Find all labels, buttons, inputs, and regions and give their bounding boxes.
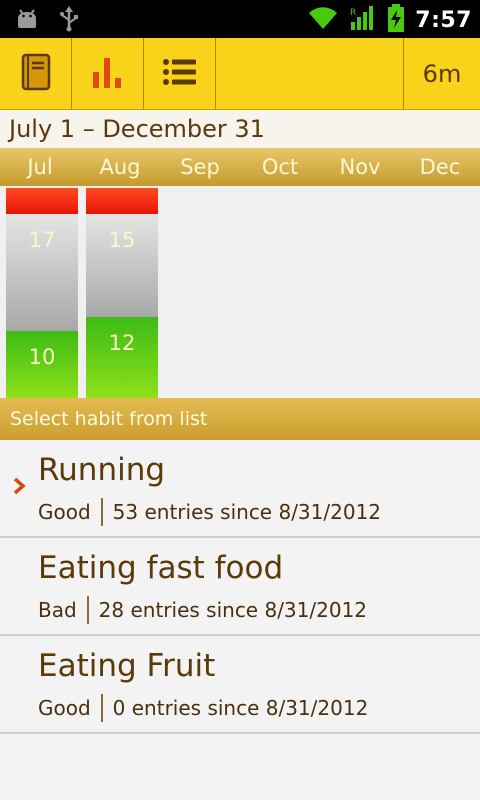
journal-book-icon <box>19 53 53 95</box>
bar-segment-green: 10 <box>6 331 78 398</box>
month-label[interactable]: Oct <box>240 148 320 186</box>
toolbar-spacer <box>216 38 404 110</box>
habit-meta: Bad 28 entries since 8/31/2012 <box>38 596 367 624</box>
habit-name: Eating fast food <box>38 550 284 586</box>
status-bar: R 7:57 <box>0 0 480 38</box>
month-label[interactable]: Nov <box>320 148 400 186</box>
android-debug-icon <box>14 6 40 36</box>
habit-list-button[interactable] <box>144 38 216 110</box>
bar-segment-gray: 17 <box>6 214 78 332</box>
data-label: 15 <box>108 228 136 252</box>
list-icon <box>162 57 198 91</box>
habit-type: Good <box>38 696 91 720</box>
habit-meta: Good 0 entries since 8/31/2012 <box>38 694 368 722</box>
habit-name: Running <box>38 452 166 488</box>
bar-jul[interactable]: 17 10 <box>6 188 78 398</box>
habit-type: Good <box>38 500 91 524</box>
data-label: 12 <box>108 331 136 356</box>
habit-entries: 28 entries since 8/31/2012 <box>98 598 368 622</box>
habit-entries: 0 entries since 8/31/2012 <box>112 696 369 720</box>
habit-name: Eating Fruit <box>38 648 216 684</box>
selected-chevron-icon <box>12 476 26 500</box>
bar-segment-red <box>86 188 158 214</box>
wifi-icon <box>307 5 339 35</box>
bar-aug[interactable]: 15 12 <box>86 188 158 398</box>
month-label[interactable]: Sep <box>160 148 240 186</box>
divider <box>100 498 103 526</box>
stacked-bar-chart: 17 10 15 12 <box>0 186 480 398</box>
habit-row-eating-fruit[interactable]: Eating Fruit Good 0 entries since 8/31/2… <box>0 636 480 734</box>
battery-charging-icon <box>387 4 405 36</box>
signal-icon: R <box>349 4 377 36</box>
month-axis: Jul Aug Sep Oct Nov Dec <box>0 148 480 186</box>
clock-time: 7:57 <box>415 7 472 33</box>
divider <box>100 694 103 722</box>
habit-meta: Good 53 entries since 8/31/2012 <box>38 498 381 526</box>
habit-type: Bad <box>38 598 77 622</box>
section-header: Select habit from list <box>0 398 480 440</box>
bar-chart-icon <box>90 54 126 94</box>
statistics-button[interactable] <box>72 38 144 110</box>
month-label[interactable]: Dec <box>400 148 480 186</box>
usb-icon <box>58 6 80 36</box>
month-label[interactable]: Jul <box>0 148 80 186</box>
habit-row-eating-fast-food[interactable]: Eating fast food Bad 28 entries since 8/… <box>0 538 480 636</box>
journal-button[interactable] <box>0 38 72 110</box>
bar-segment-red <box>6 188 78 214</box>
data-label: 10 <box>28 345 56 370</box>
toolbar: 6m <box>0 38 480 110</box>
data-label: 17 <box>28 228 56 252</box>
svg-text:R: R <box>350 8 356 18</box>
habit-entries: 53 entries since 8/31/2012 <box>112 500 382 524</box>
bar-segment-gray: 15 <box>86 214 158 318</box>
bar-segment-green: 12 <box>86 317 158 398</box>
habit-list: Running Good 53 entries since 8/31/2012 … <box>0 440 480 734</box>
date-range: July 1 – December 31 <box>0 110 480 148</box>
timer-button[interactable]: 6m <box>404 38 480 110</box>
divider <box>86 596 89 624</box>
habit-row-running[interactable]: Running Good 53 entries since 8/31/2012 <box>0 440 480 538</box>
month-label[interactable]: Aug <box>80 148 160 186</box>
